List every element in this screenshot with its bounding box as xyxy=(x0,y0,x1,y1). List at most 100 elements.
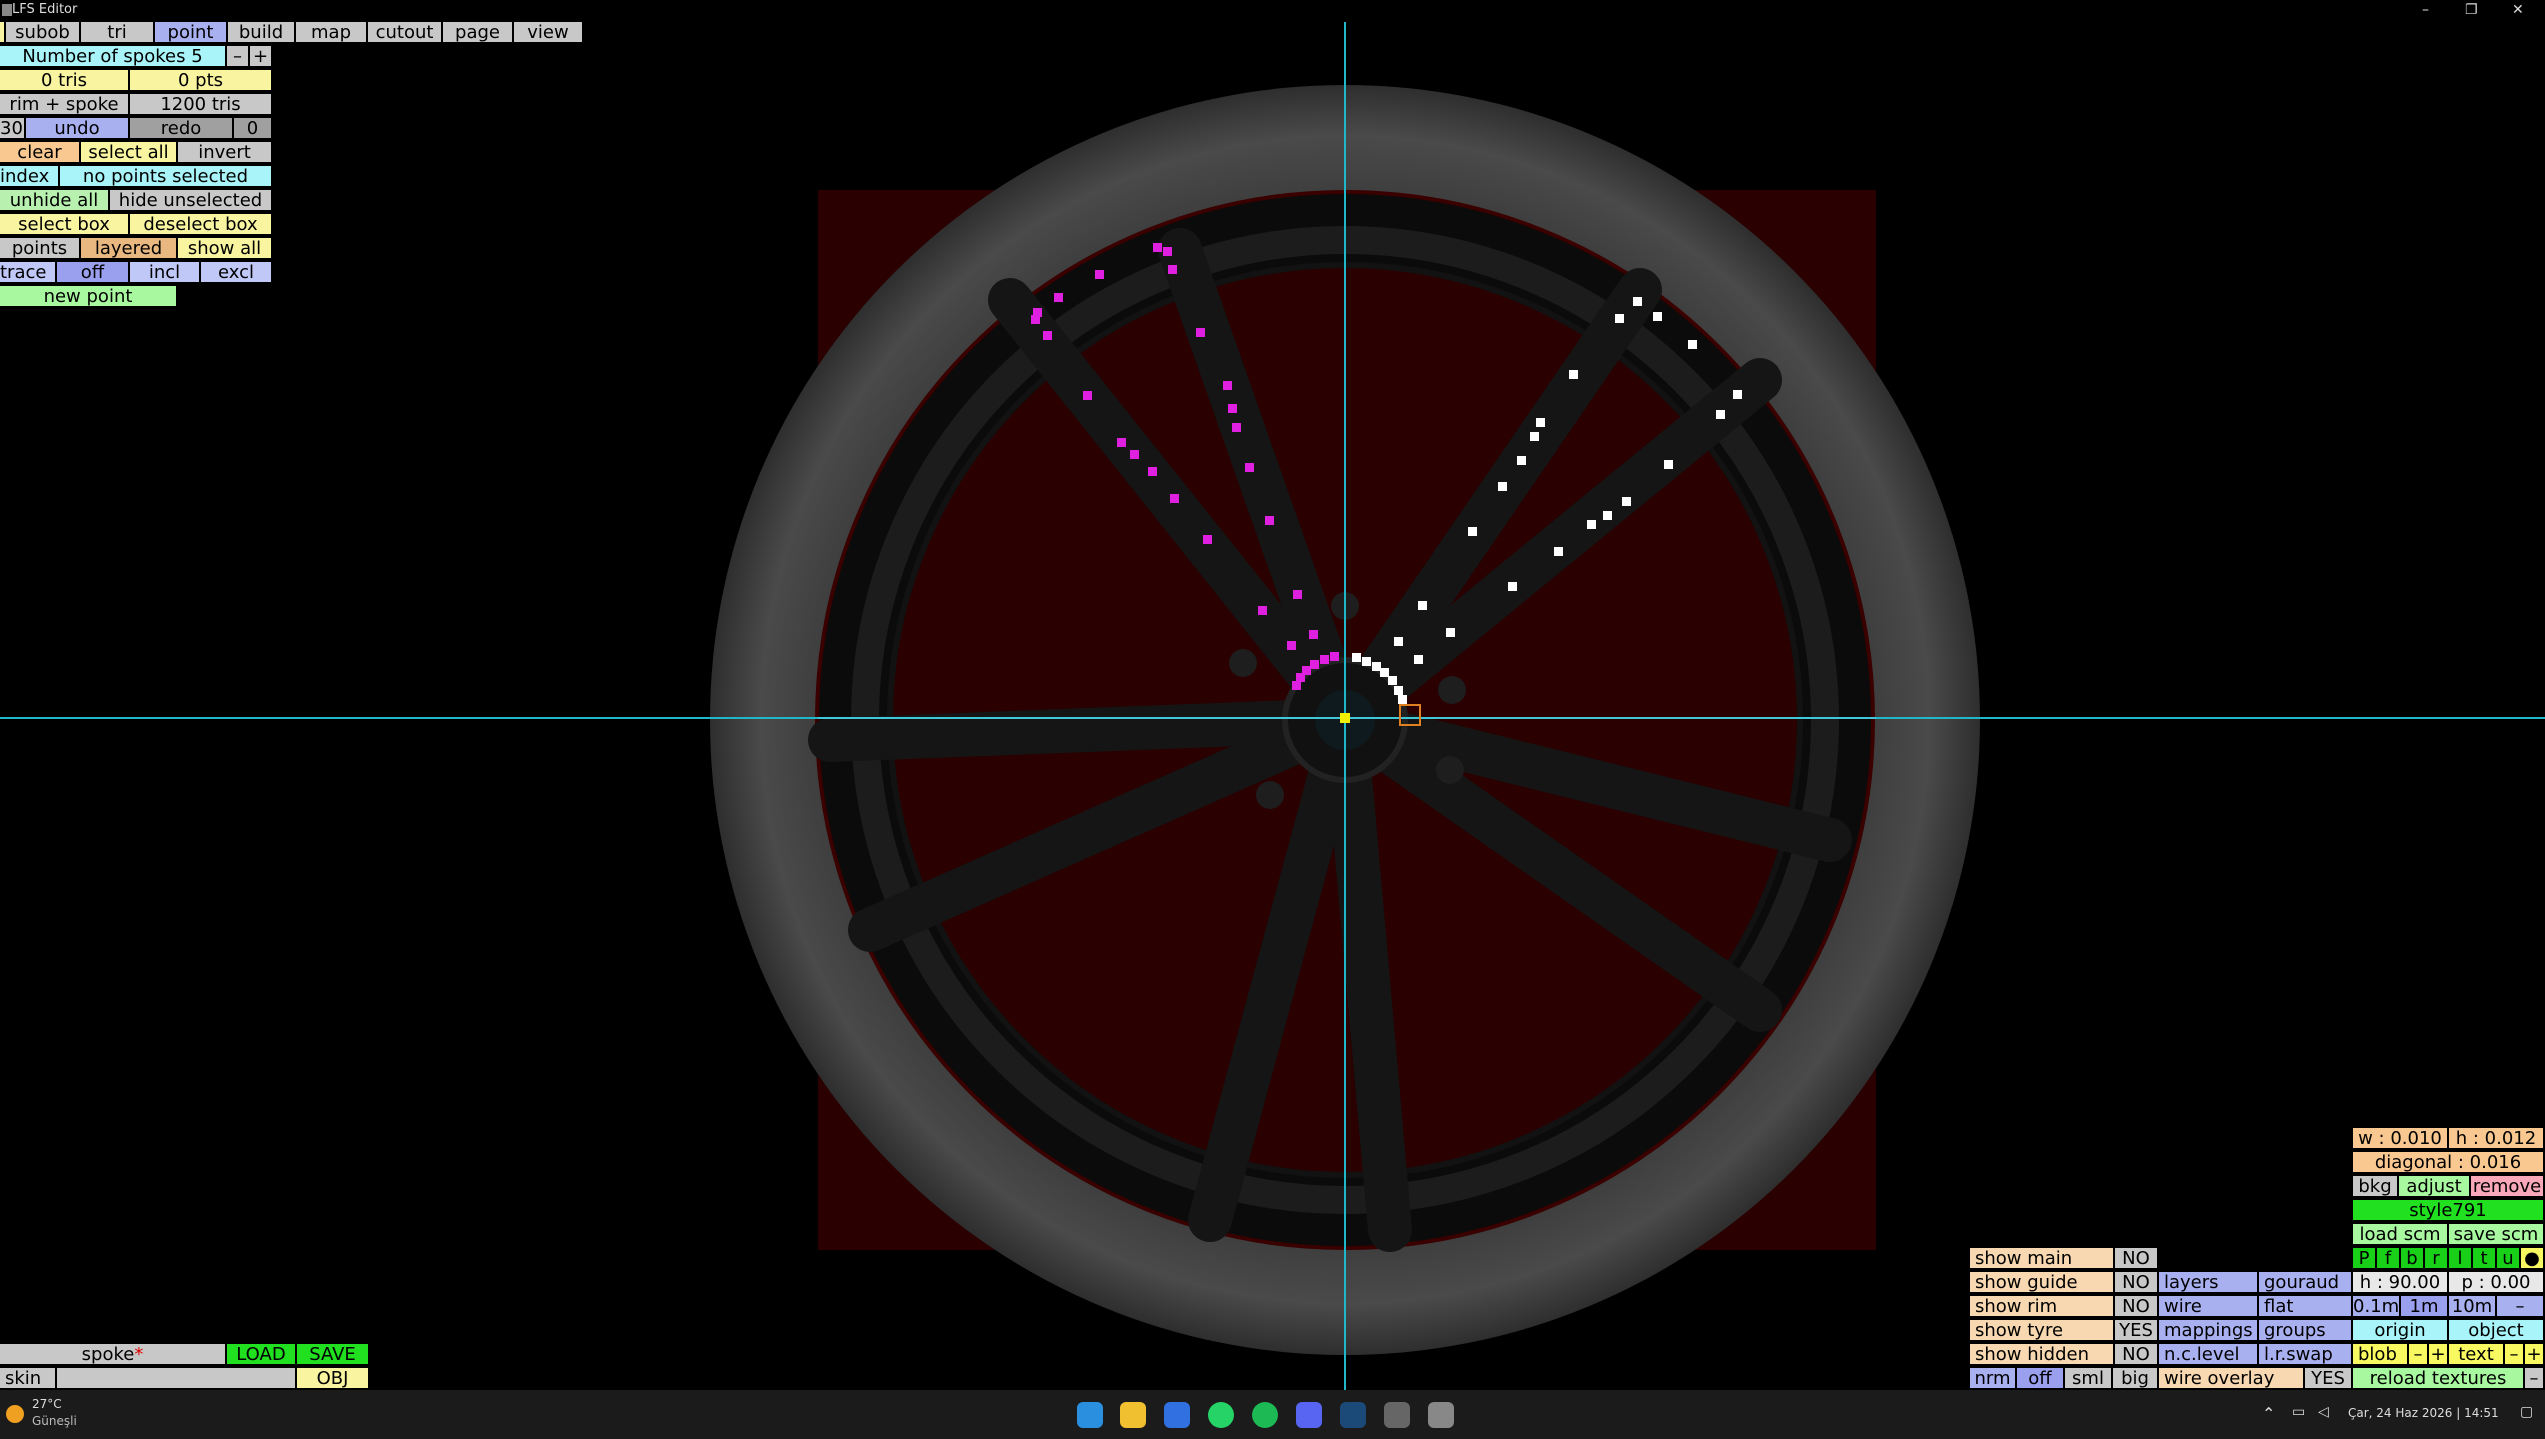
load-button[interactable]: LOAD xyxy=(227,1344,297,1366)
size-sml-button[interactable]: sml xyxy=(2065,1368,2113,1390)
weather-desc[interactable]: Güneşli xyxy=(32,1414,77,1428)
layered-mode-button[interactable]: layered xyxy=(81,238,178,260)
menu-page[interactable]: page xyxy=(443,22,514,44)
show-all-button[interactable]: show all xyxy=(178,238,273,260)
discord-icon[interactable] xyxy=(1296,1402,1322,1428)
menu-subob[interactable]: subob xyxy=(6,22,81,44)
show-hidden-label[interactable]: show hidden xyxy=(1970,1344,2115,1366)
clock[interactable]: Çar, 24 Haz 2026 | 14:51 xyxy=(2348,1406,2499,1420)
blob-minus-button[interactable]: – xyxy=(2409,1344,2429,1366)
object-button[interactable]: object xyxy=(2449,1320,2545,1342)
new-point-button[interactable]: new point xyxy=(0,286,178,308)
size-off-button[interactable]: off xyxy=(2017,1368,2065,1390)
view-t-button[interactable]: t xyxy=(2473,1248,2497,1270)
show-tyre-toggle[interactable]: YES xyxy=(2115,1320,2159,1342)
gouraud-button[interactable]: gouraud xyxy=(2259,1272,2353,1294)
view-dot-button[interactable]: ● xyxy=(2521,1248,2545,1270)
app-snowflake-icon[interactable] xyxy=(1164,1402,1190,1428)
rim-spoke-label[interactable]: rim + spoke xyxy=(0,94,130,116)
view-p-button[interactable]: P xyxy=(2353,1248,2377,1270)
select-all-button[interactable]: select all xyxy=(81,142,178,164)
file-explorer-icon[interactable] xyxy=(1120,1402,1146,1428)
wire-button[interactable]: wire xyxy=(2159,1296,2259,1318)
mappings-button[interactable]: mappings xyxy=(2159,1320,2259,1342)
trace-off-button[interactable]: off xyxy=(57,262,130,284)
trace-excl-button[interactable]: excl xyxy=(201,262,273,284)
view-l-button[interactable]: l xyxy=(2449,1248,2473,1270)
index-label[interactable]: index xyxy=(0,166,60,188)
style-name[interactable]: style791 xyxy=(2353,1200,2545,1222)
nc-level-button[interactable]: n.c.level xyxy=(2159,1344,2259,1366)
clear-button[interactable]: clear xyxy=(0,142,81,164)
obj-button[interactable]: OBJ xyxy=(297,1368,370,1390)
save-scm-button[interactable]: save scm xyxy=(2449,1224,2545,1246)
zoom-0-1m-button[interactable]: 0.1m xyxy=(2353,1296,2401,1318)
show-hidden-toggle[interactable]: NO xyxy=(2115,1344,2159,1366)
size-big-button[interactable]: big xyxy=(2113,1368,2159,1390)
show-guide-toggle[interactable]: NO xyxy=(2115,1272,2159,1294)
menu-view[interactable]: view xyxy=(514,22,584,44)
layers-button[interactable]: layers xyxy=(2159,1272,2259,1294)
lfs-editor-icon[interactable] xyxy=(1384,1402,1410,1428)
notification-icon[interactable]: ▢ xyxy=(2520,1404,2533,1420)
spoke-filename[interactable]: spoke* xyxy=(0,1344,227,1366)
weather-temp[interactable]: 27°C xyxy=(32,1397,62,1411)
zoom-10m-button[interactable]: 10m xyxy=(2449,1296,2497,1318)
nrm-button[interactable]: nrm xyxy=(1970,1368,2017,1390)
lr-swap-button[interactable]: l.r.swap xyxy=(2259,1344,2353,1366)
select-box-button[interactable]: select box xyxy=(0,214,130,236)
flat-button[interactable]: flat xyxy=(2259,1296,2353,1318)
text-plus-button[interactable]: + xyxy=(2525,1344,2545,1366)
start-icon[interactable] xyxy=(1077,1402,1103,1428)
trace-incl-button[interactable]: incl xyxy=(130,262,201,284)
show-tyre-label[interactable]: show tyre xyxy=(1970,1320,2115,1342)
wire-overlay-toggle[interactable]: YES xyxy=(2305,1368,2353,1390)
menu-point[interactable]: point xyxy=(155,22,228,44)
zoom-1m-button[interactable]: 1m xyxy=(2401,1296,2449,1318)
view-f-button[interactable]: f xyxy=(2377,1248,2401,1270)
skin-field[interactable] xyxy=(57,1368,297,1390)
menu-cutout[interactable]: cutout xyxy=(368,22,443,44)
points-mode-button[interactable]: points xyxy=(0,238,81,260)
redo-button[interactable]: redo xyxy=(130,118,234,140)
show-guide-label[interactable]: show guide xyxy=(1970,1272,2115,1294)
deselect-box-button[interactable]: deselect box xyxy=(130,214,273,236)
remove-button[interactable]: remove xyxy=(2471,1176,2545,1198)
adjust-button[interactable]: adjust xyxy=(2399,1176,2471,1198)
blob-plus-button[interactable]: + xyxy=(2429,1344,2449,1366)
spokes-decrease-button[interactable]: – xyxy=(227,46,250,68)
show-main-label[interactable]: show main xyxy=(1970,1248,2115,1270)
menu-build[interactable]: build xyxy=(228,22,296,44)
show-rim-label[interactable]: show rim xyxy=(1970,1296,2115,1318)
unhide-all-button[interactable]: unhide all xyxy=(0,190,110,212)
view-r-button[interactable]: r xyxy=(2425,1248,2449,1270)
reload-textures-button[interactable]: reload textures xyxy=(2353,1368,2525,1390)
view-b-button[interactable]: b xyxy=(2401,1248,2425,1270)
network-icon[interactable]: ▭ xyxy=(2292,1404,2305,1420)
app-stripes-icon[interactable] xyxy=(1428,1402,1454,1428)
menu-tri[interactable]: tri xyxy=(81,22,155,44)
groups-button[interactable]: groups xyxy=(2259,1320,2353,1342)
load-scm-button[interactable]: load scm xyxy=(2353,1224,2449,1246)
zoom-minus-button[interactable]: – xyxy=(2497,1296,2545,1318)
tray-chevron-icon[interactable]: ⌃ xyxy=(2262,1404,2275,1423)
whatsapp-icon[interactable] xyxy=(1208,1402,1234,1428)
spokes-increase-button[interactable]: + xyxy=(250,46,273,68)
text-minus-button[interactable]: – xyxy=(2505,1344,2525,1366)
steam-icon[interactable] xyxy=(1340,1402,1366,1428)
spotify-icon[interactable] xyxy=(1252,1402,1278,1428)
viewport[interactable] xyxy=(0,0,2545,1390)
menu-map[interactable]: map xyxy=(296,22,368,44)
view-u-button[interactable]: u xyxy=(2497,1248,2521,1270)
hide-unselected-button[interactable]: hide unselected xyxy=(110,190,273,212)
save-button[interactable]: SAVE xyxy=(297,1344,370,1366)
wire-overlay-label[interactable]: wire overlay xyxy=(2159,1368,2305,1390)
undo-button[interactable]: undo xyxy=(26,118,130,140)
bkg-button[interactable]: bkg xyxy=(2353,1176,2399,1198)
reload-minus-button[interactable]: – xyxy=(2525,1368,2545,1390)
origin-button[interactable]: origin xyxy=(2353,1320,2449,1342)
origin-marker[interactable] xyxy=(1340,713,1350,723)
invert-button[interactable]: invert xyxy=(178,142,273,164)
show-rim-toggle[interactable]: NO xyxy=(2115,1296,2159,1318)
volume-icon[interactable]: ◁ xyxy=(2318,1404,2329,1420)
